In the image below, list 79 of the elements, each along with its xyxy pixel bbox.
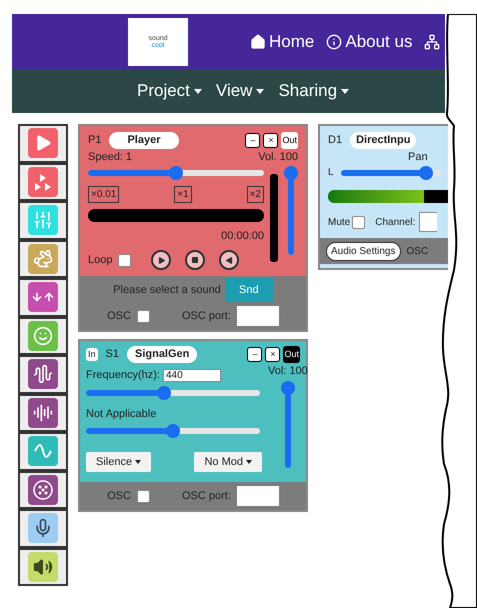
toolbox-button[interactable] xyxy=(18,470,68,509)
osc-port-label: OSC port: xyxy=(182,488,231,504)
minimize-button[interactable]: – xyxy=(245,133,260,148)
module-id: S1 xyxy=(106,347,119,362)
channel-field[interactable] xyxy=(419,212,438,232)
output-button[interactable]: Out xyxy=(281,132,298,149)
loop-label: Loop xyxy=(88,252,112,268)
volume-label: Vol: 100 xyxy=(268,364,308,379)
slider-thumb[interactable] xyxy=(280,380,295,394)
caret-icon xyxy=(256,88,264,94)
close-button[interactable]: × xyxy=(265,347,280,362)
info-icon xyxy=(326,34,342,50)
speed-preset-button[interactable]: ×1 xyxy=(174,186,192,202)
speed-preset-button[interactable]: ×2 xyxy=(246,186,264,202)
module-name: SignalGen xyxy=(126,346,198,363)
speed-preset-button[interactable]: ×0.01 xyxy=(88,186,120,202)
minimize-button[interactable]: – xyxy=(247,347,262,362)
rewind-icon[interactable] xyxy=(219,250,240,270)
caret-icon xyxy=(135,460,142,464)
status-message: Please select a sound xyxy=(113,282,221,298)
modulation-label: Not Applicable xyxy=(86,406,158,422)
mute-label: Mute xyxy=(328,216,350,230)
caret-icon xyxy=(341,88,350,94)
osc-label: OSC xyxy=(107,308,131,324)
checkbox[interactable] xyxy=(118,254,132,266)
play-icon[interactable] xyxy=(151,250,172,270)
close-button[interactable]: × xyxy=(263,133,278,148)
slider-thumb[interactable] xyxy=(284,166,298,180)
left-label: L xyxy=(328,166,334,180)
speed-label: Speed: 1 xyxy=(88,150,132,165)
input-button[interactable]: In xyxy=(86,348,98,362)
toolbox-button[interactable] xyxy=(18,124,68,162)
pan-label: Pan xyxy=(408,150,429,164)
menu-button[interactable]: Project xyxy=(137,78,202,104)
slider-thumb[interactable] xyxy=(157,386,172,400)
time-display: 00:00:00 xyxy=(221,228,264,244)
caret-icon xyxy=(194,88,202,94)
checkbox[interactable] xyxy=(136,490,150,502)
home-icon xyxy=(250,34,266,50)
frequency-label: Frequency(hz): xyxy=(86,368,160,383)
toolbox-button[interactable] xyxy=(18,432,68,470)
toolbox-button[interactable] xyxy=(18,240,68,278)
slider-thumb[interactable] xyxy=(418,166,433,180)
nav-link[interactable] xyxy=(424,34,440,50)
menu-button[interactable]: Sharing xyxy=(278,78,350,104)
network-icon xyxy=(424,34,440,50)
slider-thumb[interactable] xyxy=(166,424,180,438)
osc-label: OSC xyxy=(107,488,131,504)
osc-port-field[interactable] xyxy=(236,306,279,326)
checkbox[interactable] xyxy=(352,216,366,228)
waveform-dropdown[interactable]: Silence xyxy=(86,452,152,472)
frequency-field[interactable]: 440 xyxy=(162,368,221,382)
osc-port-field[interactable] xyxy=(236,486,279,506)
toolbox-button[interactable] xyxy=(18,355,68,394)
toolbox-button[interactable] xyxy=(18,548,68,586)
module-name: DirectInpu xyxy=(350,132,416,148)
module-id: D1 xyxy=(328,133,342,148)
audio-settings-button[interactable]: Audio Settings xyxy=(326,242,400,260)
toolbox-button[interactable] xyxy=(18,278,68,316)
toolbox-button[interactable] xyxy=(18,394,68,432)
osc-port-label: OSC xyxy=(406,244,428,258)
toolbox-button[interactable] xyxy=(18,509,68,548)
output-button[interactable]: Out xyxy=(283,346,300,363)
module-id: P1 xyxy=(88,133,102,148)
checkbox[interactable] xyxy=(136,310,150,322)
toolbox-button[interactable] xyxy=(18,316,68,355)
toolbox-button[interactable] xyxy=(18,201,68,240)
nav-link[interactable]: Home xyxy=(250,28,314,54)
toolbox-button[interactable] xyxy=(18,162,68,201)
modulation-dropdown[interactable]: No Mod xyxy=(194,452,262,472)
volume-label: Vol. 100 xyxy=(258,150,298,165)
nav-link[interactable]: About us xyxy=(326,28,412,54)
slider-thumb[interactable] xyxy=(169,166,183,180)
channel-label: Channel: xyxy=(375,216,416,230)
caret-icon xyxy=(246,460,252,464)
menu-button[interactable]: View xyxy=(216,78,264,104)
module-name: Player xyxy=(109,132,178,149)
stop-icon[interactable] xyxy=(185,250,206,270)
osc-port-label: OSC port: xyxy=(182,308,231,324)
